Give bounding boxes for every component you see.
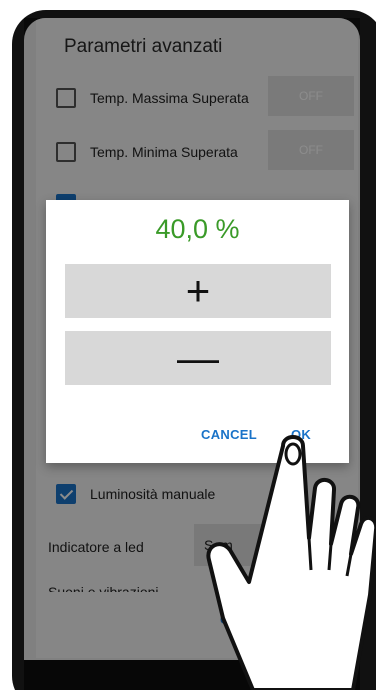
decrement-button[interactable]: — (65, 331, 331, 385)
increment-button[interactable]: + (65, 264, 331, 318)
pointing-hand-icon (206, 435, 376, 690)
current-value: 40,0 % (155, 214, 240, 244)
screenshot-stage: Parametri avanzati Temp. Massima Superat… (0, 0, 376, 690)
